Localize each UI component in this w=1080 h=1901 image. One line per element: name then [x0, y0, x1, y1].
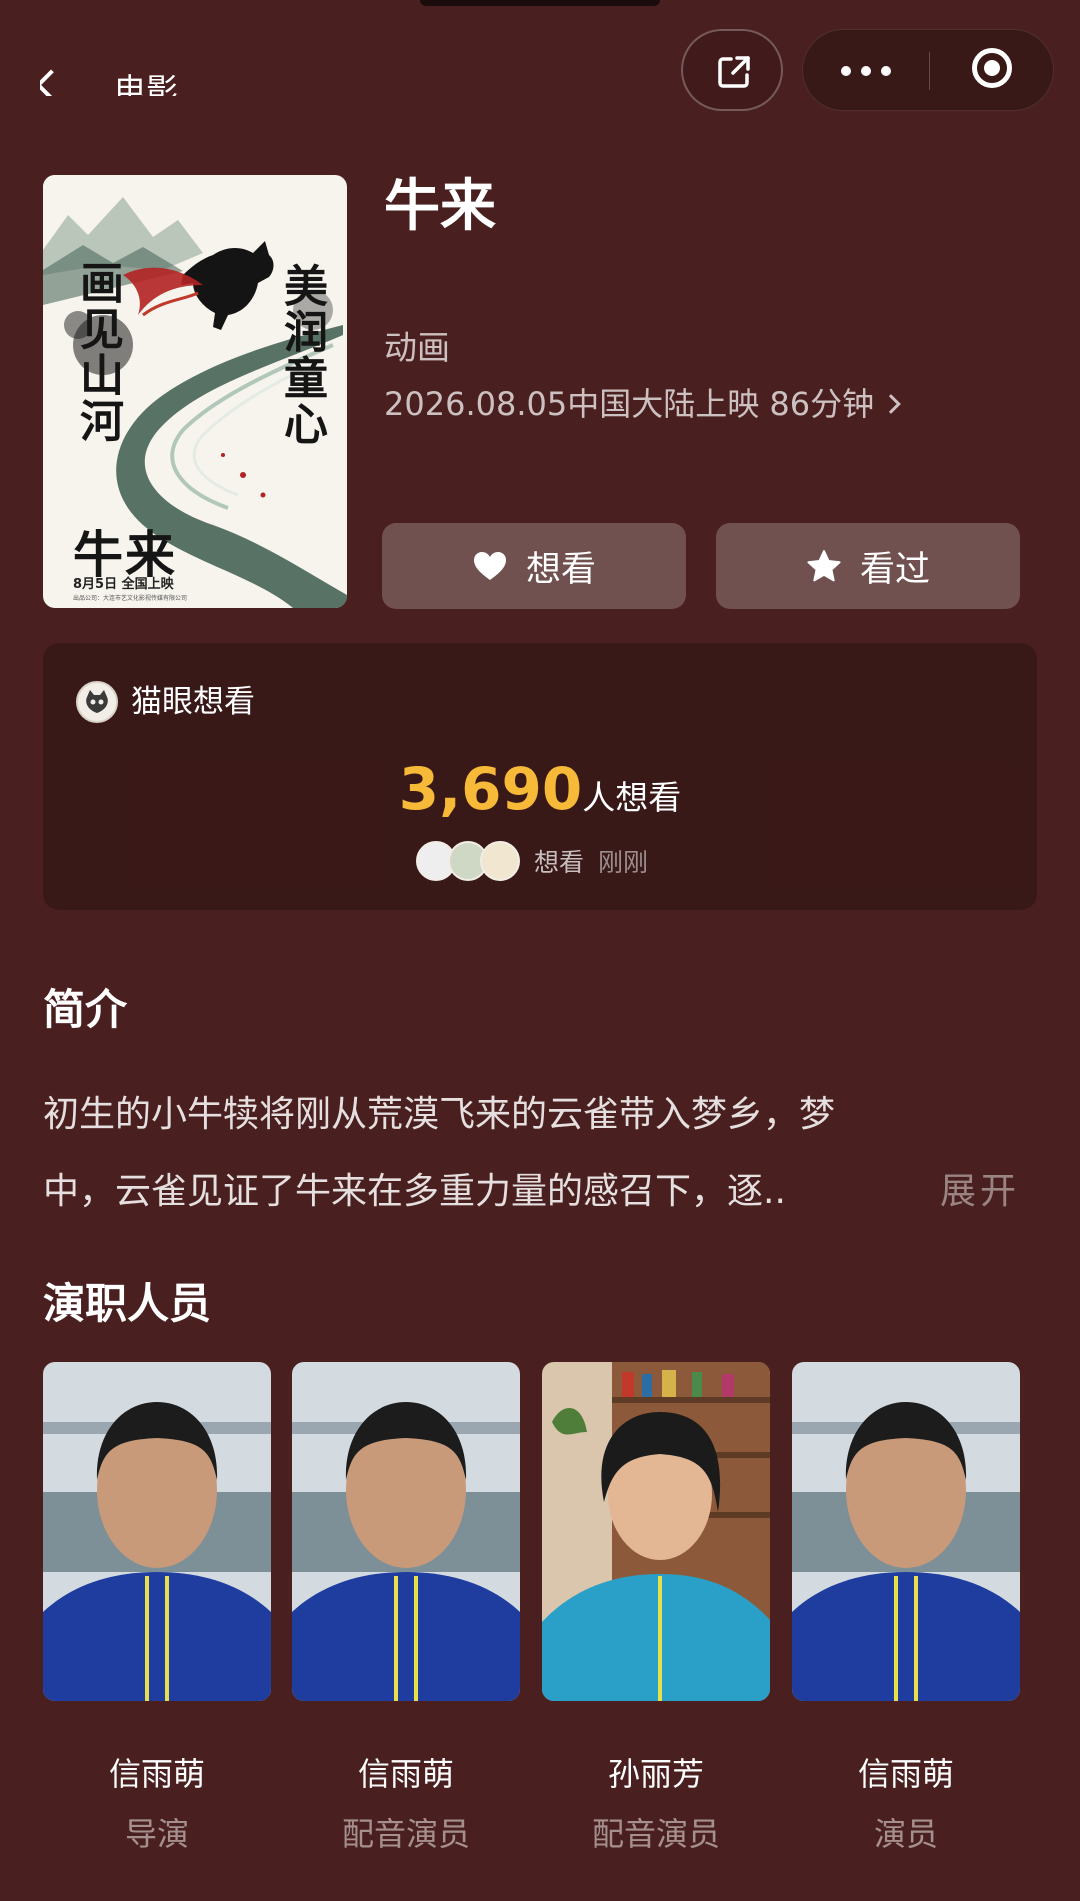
want-count-suffix: 人想看 [582, 778, 682, 817]
chevron-right-icon [881, 394, 902, 414]
share-button[interactable] [681, 29, 783, 111]
want-count: 3,690 [398, 755, 583, 823]
back-arrow-icon [40, 69, 67, 96]
cast-card[interactable]: 信雨萌 配音演员 [292, 1362, 520, 1853]
activity-action: 想看 [534, 848, 585, 877]
back-button[interactable]: 电影 [40, 60, 200, 96]
synopsis-line: 初生的小牛犊将刚从荒漠飞来的云雀带入梦乡，梦 [43, 1094, 836, 1135]
synopsis-line: 中，云雀见证了牛来在多重力量的感召下，逐.. [43, 1171, 786, 1212]
synopsis-title: 简介 [43, 985, 128, 1034]
more-button[interactable] [803, 30, 929, 110]
cast-name: 信雨萌 [357, 1755, 454, 1793]
poster-date: 8月5日 全国上映 [73, 577, 174, 592]
maoyan-label: 猫眼想看 [131, 684, 255, 720]
watched-button-label: 看过 [859, 549, 930, 590]
cast-photo [792, 1362, 1020, 1701]
movie-poster[interactable]: 画见山河 美润童心 牛来 8月5日 全国上映 出品公司：大连市艺文化影视传媒有限… [43, 175, 347, 608]
activity-time: 刚刚 [598, 848, 649, 877]
back-title: 电影 [114, 71, 179, 96]
cast-role: 演员 [873, 1815, 938, 1853]
cast-card[interactable]: 孙丽芳 配音演员 [542, 1362, 770, 1853]
portrait-image [542, 1362, 770, 1701]
star-icon [807, 550, 841, 582]
cast-role: 配音演员 [341, 1815, 470, 1853]
cast-role: 导演 [124, 1815, 189, 1853]
more-icon [841, 66, 851, 76]
portrait-image [292, 1362, 520, 1701]
share-icon [718, 56, 750, 88]
poster-credit: 出品公司：大连市艺文化影视传媒有限公司 [73, 595, 188, 602]
cast-name: 孙丽芳 [607, 1755, 704, 1793]
portrait-image [43, 1362, 271, 1701]
cast-photo [542, 1362, 770, 1701]
maoyan-want-panel[interactable]: 猫眼想看 3,690人想看 想看 刚刚 [43, 643, 1037, 910]
cast-card[interactable]: 信雨萌 导演 [43, 1362, 271, 1853]
more-icon-dot [861, 66, 871, 76]
cast-name: 信雨萌 [108, 1755, 205, 1793]
movie-genre: 动画 [384, 328, 450, 367]
poster-slogan-left: 画见山河 [72, 260, 123, 444]
release-info-link[interactable]: 2026.08.05中国大陆上映 86分钟 [384, 383, 902, 425]
cast-role: 配音演员 [591, 1815, 720, 1853]
expand-synopsis-link[interactable]: 展开 [940, 1153, 1020, 1230]
want-button-label: 想看 [525, 549, 596, 590]
heart-icon [473, 552, 506, 580]
recent-activity: 想看 刚刚 [416, 838, 648, 884]
poster-slogan-right: 美润童心 [276, 263, 327, 447]
cast-title: 演职人员 [43, 1279, 212, 1328]
more-icon-dot [881, 66, 891, 76]
close-icon-dot [984, 60, 1000, 76]
close-button[interactable] [930, 30, 1054, 110]
watched-button[interactable]: 看过 [716, 523, 1020, 609]
movie-title: 牛来 [384, 174, 496, 239]
avatar [480, 841, 520, 881]
want-to-watch-button[interactable]: 想看 [382, 523, 686, 609]
mini-program-capsule [802, 29, 1054, 111]
synopsis-text: 初生的小牛犊将刚从荒漠飞来的云雀带入梦乡，梦 中，云雀见证了牛来在多重力量的感召… [43, 1076, 1033, 1230]
cast-photo [292, 1362, 520, 1701]
cast-card[interactable]: 信雨萌 演员 [792, 1362, 1020, 1853]
cast-name: 信雨萌 [857, 1755, 954, 1793]
want-count-row: 3,690人想看 [43, 755, 1037, 823]
portrait-image [792, 1362, 1020, 1701]
maoyan-cat-icon [76, 681, 118, 723]
cast-photo [43, 1362, 271, 1701]
camera-notch [420, 0, 660, 6]
release-info: 2026.08.05中国大陆上映 86分钟 [384, 385, 875, 423]
